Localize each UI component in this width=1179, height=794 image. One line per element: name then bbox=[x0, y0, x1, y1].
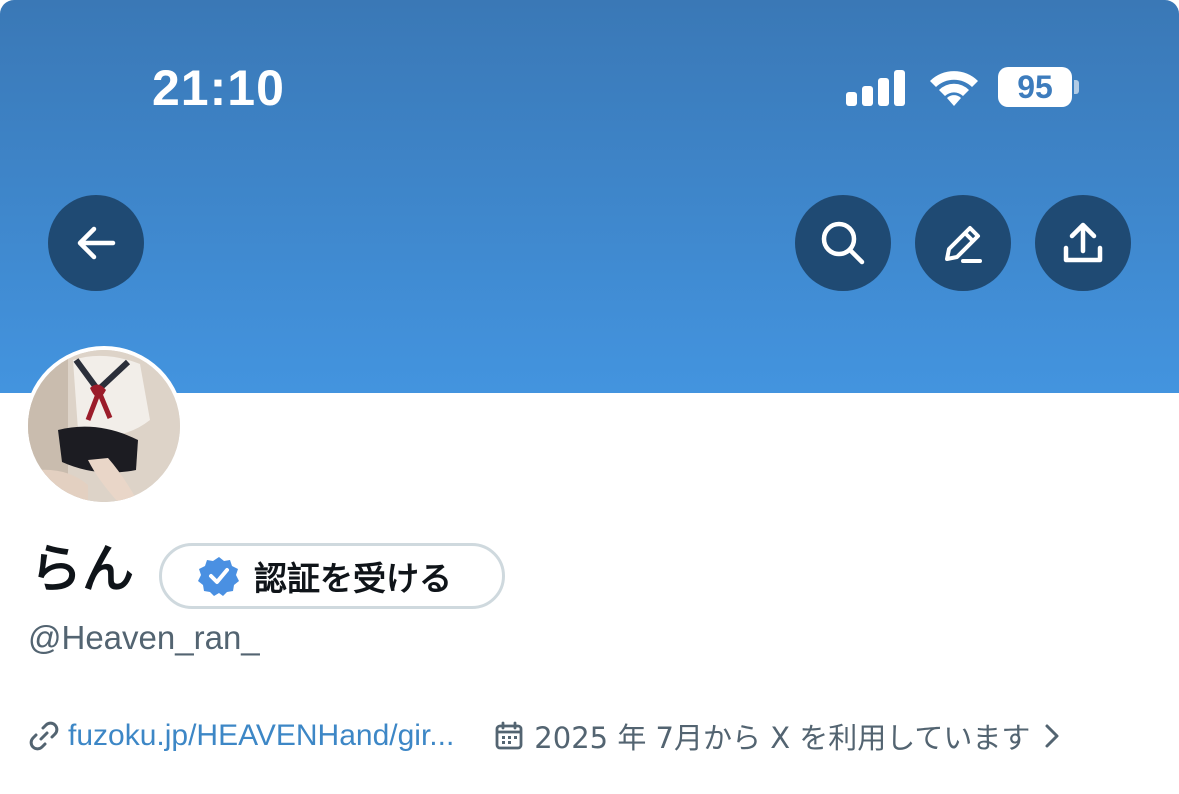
profile-meta: fuzoku.jp/HEAVENHand/gir... 2025 年 7月から … bbox=[28, 715, 1064, 757]
wifi-icon bbox=[925, 66, 983, 108]
share-button[interactable] bbox=[1035, 195, 1131, 291]
display-name: らん bbox=[30, 540, 135, 600]
avatar[interactable] bbox=[24, 346, 184, 506]
edit-button[interactable] bbox=[915, 195, 1011, 291]
back-button[interactable] bbox=[48, 195, 144, 291]
link-icon bbox=[29, 721, 59, 751]
profile-website-link[interactable]: fuzoku.jp/HEAVENHand/gir... bbox=[68, 719, 454, 753]
search-button[interactable] bbox=[795, 195, 891, 291]
battery-level: 95 bbox=[998, 67, 1072, 107]
joined-date[interactable]: 2025 年 7月から X を利用しています bbox=[534, 715, 1030, 757]
search-icon bbox=[821, 221, 865, 265]
battery-icon: 95 bbox=[998, 67, 1079, 107]
get-verified-label: 認証を受ける bbox=[254, 559, 452, 598]
get-verified-button[interactable]: 認証を受ける bbox=[159, 543, 505, 609]
chevron-right-icon[interactable] bbox=[1040, 721, 1064, 751]
status-time: 21:10 bbox=[152, 60, 285, 116]
calendar-icon bbox=[495, 721, 523, 750]
avatar-photo bbox=[28, 350, 180, 502]
pencil-icon bbox=[945, 226, 982, 263]
verified-badge-icon bbox=[198, 557, 239, 596]
signal-icon bbox=[846, 70, 906, 106]
share-upload-icon bbox=[1063, 222, 1103, 263]
arrow-left-icon bbox=[77, 226, 116, 260]
username-handle: @Heaven_ran_ bbox=[28, 619, 260, 656]
